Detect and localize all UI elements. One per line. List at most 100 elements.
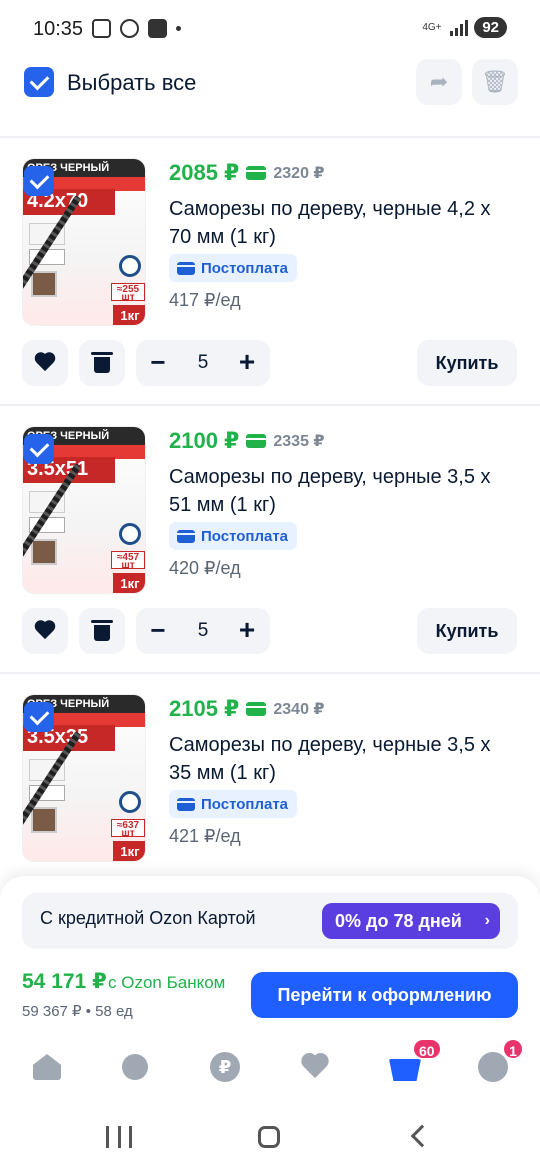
price: 2100 ₽ <box>169 428 240 453</box>
share-icon: ➦ <box>429 69 449 94</box>
item-checkbox[interactable] <box>24 434 54 464</box>
system-navigation-bar <box>0 1104 540 1170</box>
trash-icon <box>91 352 113 373</box>
profile-badge: 1 <box>502 1038 524 1060</box>
unit-price: 421 ₽/ед <box>169 826 241 846</box>
trash-icon <box>91 620 113 641</box>
total-summary: 59 367 ₽ • 58 ед <box>22 1003 133 1020</box>
favorite-button[interactable] <box>22 608 68 654</box>
battery-indicator: 92 <box>474 17 507 38</box>
favorites-icon <box>300 1054 330 1080</box>
ozon-card-icon <box>246 702 267 716</box>
trash-icon: 🗑 <box>481 69 509 94</box>
heart-icon <box>34 621 56 641</box>
delete-button[interactable] <box>79 340 125 386</box>
image-count-text: ≈637 шт <box>111 819 145 839</box>
delete-selected-button[interactable]: 🗑 <box>472 59 518 105</box>
price: 2085 ₽ <box>169 160 240 185</box>
product-title[interactable]: Саморезы по дереву, черные 3,5 х 35 мм (… <box>169 731 509 787</box>
postpay-badge: Постоплата <box>169 522 298 550</box>
price-row: 2100 ₽ 2335 ₽ <box>169 428 325 454</box>
delete-button[interactable] <box>79 608 125 654</box>
postpay-badge: Постоплата <box>169 254 298 282</box>
select-all-checkbox[interactable] <box>24 67 54 97</box>
unit-price: 420 ₽/ед <box>169 558 241 578</box>
old-price: 2340 ₽ <box>273 701 325 718</box>
bottom-tab-bar: ₽ 60 1 <box>0 1038 540 1104</box>
more-notifications-icon <box>176 26 181 31</box>
image-weight-text: 1кг <box>113 841 145 861</box>
share-button[interactable]: ➦ <box>416 59 462 105</box>
favorite-button[interactable] <box>22 340 68 386</box>
select-all-bar: Выбрать все ➦ 🗑 <box>0 58 540 138</box>
postpay-icon <box>177 797 195 811</box>
decrement-button[interactable]: − <box>146 608 170 654</box>
profile-icon <box>478 1052 508 1082</box>
recent-apps-button[interactable] <box>106 1126 132 1148</box>
tab-home[interactable] <box>30 1050 64 1084</box>
home-icon <box>33 1054 61 1080</box>
app-notification-icon <box>148 19 167 38</box>
unit-price: 417 ₽/ед <box>169 290 241 310</box>
total-price: 54 171 ₽ <box>22 970 107 993</box>
postpay-icon <box>177 529 195 543</box>
ruble-icon: ₽ <box>210 1052 240 1082</box>
credit-offer-chip[interactable]: 0% до 78 дней › <box>322 903 500 939</box>
item-actions: − 5 + Купить <box>0 340 540 386</box>
image-count-text: ≈255 шт <box>111 283 145 303</box>
postpay-label: Постоплата <box>201 259 289 277</box>
tab-finance[interactable]: ₽ <box>208 1050 242 1084</box>
quantity-stepper: − 5 + <box>136 608 270 654</box>
item-checkbox[interactable] <box>24 166 54 196</box>
price-row: 2085 ₽ 2320 ₽ <box>169 160 325 186</box>
screenshot-icon <box>92 19 111 38</box>
chevron-right-icon: › <box>484 912 490 929</box>
notification-icons <box>92 19 181 38</box>
quantity-value: 5 <box>197 352 209 373</box>
credit-offer-label: 0% до 78 дней <box>335 911 462 931</box>
price-row: 2105 ₽ 2340 ₽ <box>169 696 325 722</box>
postpay-label: Постоплата <box>201 527 289 545</box>
increment-button[interactable]: + <box>234 608 260 654</box>
status-time: 10:35 <box>33 18 84 40</box>
cart-icon <box>389 1059 421 1081</box>
item-actions: − 5 + Купить <box>0 608 540 654</box>
total-bank-label: с Ozon Банком <box>108 973 226 992</box>
signal-icon <box>450 19 469 36</box>
buy-button[interactable]: Купить <box>417 340 517 386</box>
network-type: 4G+ <box>422 21 442 33</box>
cart-badge: 60 <box>412 1038 442 1060</box>
quantity-stepper: − 5 + <box>136 340 270 386</box>
image-count-text: ≈457 шт <box>111 551 145 571</box>
price: 2105 ₽ <box>169 696 240 721</box>
checkout-panel: С кредитной Ozon Картой 0% до 78 дней › … <box>0 876 540 1038</box>
credit-banner[interactable]: С кредитной Ozon Картой 0% до 78 дней › <box>22 893 518 949</box>
ozon-card-icon <box>246 166 267 180</box>
old-price: 2335 ₽ <box>273 433 325 450</box>
increment-button[interactable]: + <box>234 340 260 386</box>
credit-text: С кредитной Ozon Картой <box>40 908 256 928</box>
select-all-label[interactable]: Выбрать все <box>67 70 196 96</box>
image-weight-text: 1кг <box>113 305 145 325</box>
back-button[interactable] <box>410 1124 434 1148</box>
buy-button[interactable]: Купить <box>417 608 517 654</box>
home-button[interactable] <box>258 1126 280 1148</box>
cart-item: ОРЕЗ ЧЕРНЫЙ 4.2x70 ≈255 шт 1кг 2085 ₽ 23… <box>0 138 540 406</box>
postpay-icon <box>177 261 195 275</box>
cart-item: ОРЕЗ ЧЕРНЫЙ 3.5x51 ≈457 шт 1кг 2100 ₽ 23… <box>0 406 540 674</box>
product-title[interactable]: Саморезы по дереву, черные 3,5 х 51 мм (… <box>169 463 509 519</box>
product-title[interactable]: Саморезы по дереву, черные 4,2 х 70 мм (… <box>169 195 509 251</box>
quantity-value: 5 <box>197 620 209 641</box>
fresh-icon <box>122 1054 148 1080</box>
tab-favorites[interactable] <box>298 1050 332 1084</box>
checkout-button[interactable]: Перейти к оформлению <box>251 972 518 1018</box>
status-bar: 10:35 4G+ 92 <box>0 0 540 60</box>
image-weight-text: 1кг <box>113 573 145 593</box>
tab-fresh[interactable] <box>118 1050 152 1084</box>
item-checkbox[interactable] <box>24 702 54 732</box>
messenger-icon <box>120 19 139 38</box>
decrement-button[interactable]: − <box>146 340 170 386</box>
status-right: 4G+ 92 <box>422 17 507 38</box>
heart-icon <box>34 353 56 373</box>
old-price: 2320 ₽ <box>273 165 325 182</box>
